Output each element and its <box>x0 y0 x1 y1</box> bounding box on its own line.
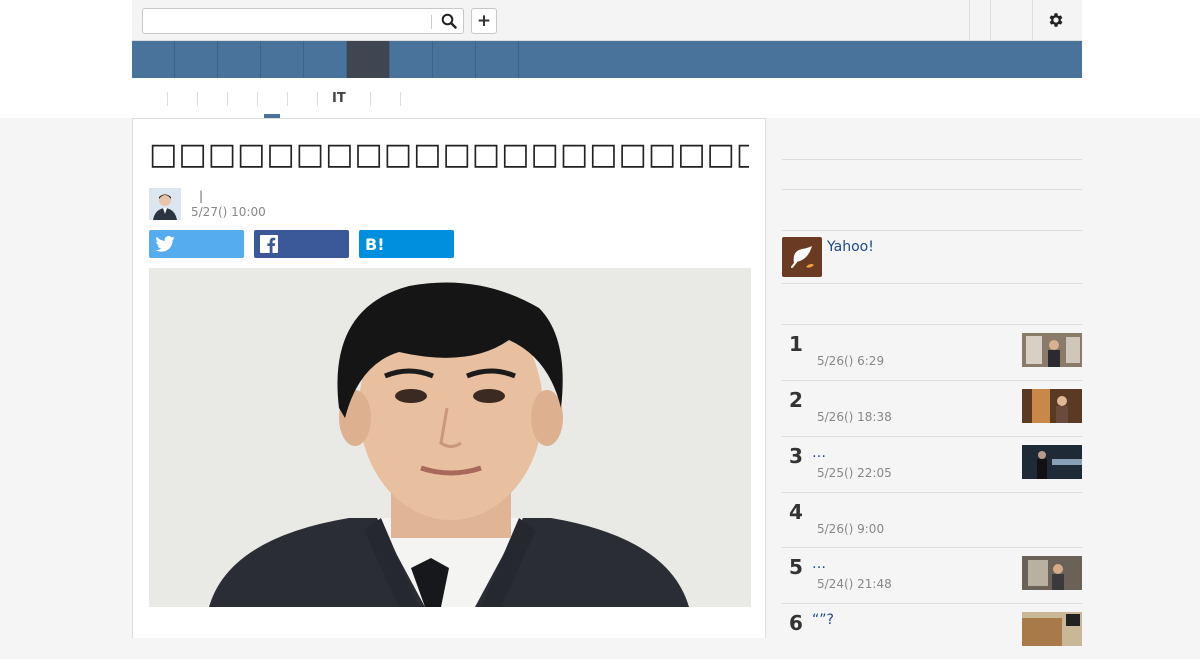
subnav-divider <box>227 92 228 106</box>
settings-button[interactable] <box>1044 9 1068 31</box>
hatena-bookmark-button[interactable]: B! <box>359 230 454 258</box>
article-panel: □□□□□□□□□□□□□□□□□□□□□□□□□□□□ | 5/27() 10… <box>132 118 766 638</box>
author-separator: | <box>199 189 204 203</box>
search-button[interactable] <box>437 11 461 31</box>
nav-item-active[interactable] <box>347 41 390 78</box>
ranking-date: 5/26() 6:29 <box>817 354 885 368</box>
author-avatar[interactable] <box>149 188 181 220</box>
article-photo <box>149 268 751 607</box>
sidebar: Yahoo! 1 5/26() 6:29 2 5/26() 18:38 3 … … <box>766 118 1082 646</box>
sidebar-divider <box>782 230 1082 231</box>
thumbnail-image <box>1022 445 1082 479</box>
ranking-title[interactable]: … <box>812 445 826 461</box>
ranking-number: 5 <box>789 555 803 579</box>
thumbnail-image <box>1022 556 1082 590</box>
ranking-item[interactable]: 4 5/26() 9:00 <box>782 492 1082 548</box>
article-date: 5/27() 10:00 <box>191 205 266 219</box>
nav-filler <box>519 41 1082 78</box>
nav-item[interactable] <box>132 41 175 78</box>
ranking-number: 6 <box>789 611 803 635</box>
nav-item[interactable] <box>433 41 476 78</box>
ranking-date: 5/26() 18:38 <box>817 410 892 424</box>
ranking-thumbnail[interactable] <box>1022 612 1082 646</box>
subnav-divider <box>400 92 401 106</box>
category-nav <box>132 41 1082 78</box>
twitter-icon <box>155 236 175 252</box>
nav-item[interactable] <box>261 41 304 78</box>
ranking-item[interactable]: 1 5/26() 6:29 <box>782 324 1082 380</box>
nav-item[interactable] <box>304 41 347 78</box>
nav-item[interactable] <box>390 41 433 78</box>
ranking-number: 4 <box>789 500 803 524</box>
header-divider <box>1032 0 1033 40</box>
person-icon <box>149 188 181 220</box>
add-button[interactable]: + <box>471 8 497 34</box>
ranking-title[interactable]: … <box>812 556 826 572</box>
subnav-divider <box>287 92 288 106</box>
sidebar-divider <box>782 283 1082 284</box>
ranking-date: 5/26() 9:00 <box>817 522 885 536</box>
header-divider <box>969 0 970 40</box>
ranking-thumbnail[interactable] <box>1022 556 1082 590</box>
article-title: □□□□□□□□□□□□□□□□□□□□□□□□□□□□ <box>149 137 749 172</box>
ranking-date: 5/24() 21:48 <box>817 577 892 591</box>
nav-item[interactable] <box>175 41 218 78</box>
thumbnail-image <box>1022 612 1082 646</box>
ranking-number: 2 <box>789 388 803 412</box>
subnav-divider <box>257 92 258 106</box>
subnav-divider <box>317 92 318 106</box>
yahoo-link[interactable]: Yahoo! <box>827 239 874 255</box>
thumbnail-image <box>1022 333 1082 367</box>
ranking-thumbnail[interactable] <box>1022 333 1082 367</box>
search-divider <box>431 15 432 29</box>
twitter-share-button[interactable] <box>149 230 244 258</box>
search-box <box>142 8 464 34</box>
nav-item[interactable] <box>218 41 261 78</box>
sidebar-divider <box>782 189 1082 190</box>
ranking-date: 5/25() 22:05 <box>817 466 892 480</box>
ranking-item[interactable]: 5 … 5/24() 21:48 <box>782 547 1082 603</box>
quill-icon <box>791 246 814 268</box>
facebook-icon <box>260 235 278 253</box>
subnav-divider <box>370 92 371 106</box>
thumbnail-image <box>1022 389 1082 423</box>
ranking-item[interactable]: 2 5/26() 18:38 <box>782 380 1082 436</box>
hatena-label: B! <box>365 234 385 254</box>
sidebar-divider <box>782 159 1082 160</box>
header-divider <box>990 0 991 40</box>
subnav-item-it[interactable]: IT <box>332 91 346 109</box>
gear-icon <box>1049 13 1063 27</box>
header-bar: + <box>132 0 1082 41</box>
nav-item[interactable] <box>476 41 519 78</box>
facebook-share-button[interactable] <box>254 230 349 258</box>
ranking-thumbnail[interactable] <box>1022 445 1082 479</box>
ranking-item[interactable]: 3 … 5/25() 22:05 <box>782 436 1082 492</box>
yahoo-author-icon[interactable] <box>782 237 822 277</box>
portrait-image <box>149 268 751 607</box>
subnav-divider <box>167 92 168 106</box>
search-icon <box>441 13 457 29</box>
ranking-item[interactable]: 6 “”? <box>782 603 1082 659</box>
subnav-divider <box>197 92 198 106</box>
ranking-title[interactable]: “”? <box>812 612 834 628</box>
ranking-number: 1 <box>789 332 803 356</box>
ranking-number: 3 <box>789 444 803 468</box>
search-input[interactable] <box>147 12 427 30</box>
ranking-thumbnail[interactable] <box>1022 389 1082 423</box>
